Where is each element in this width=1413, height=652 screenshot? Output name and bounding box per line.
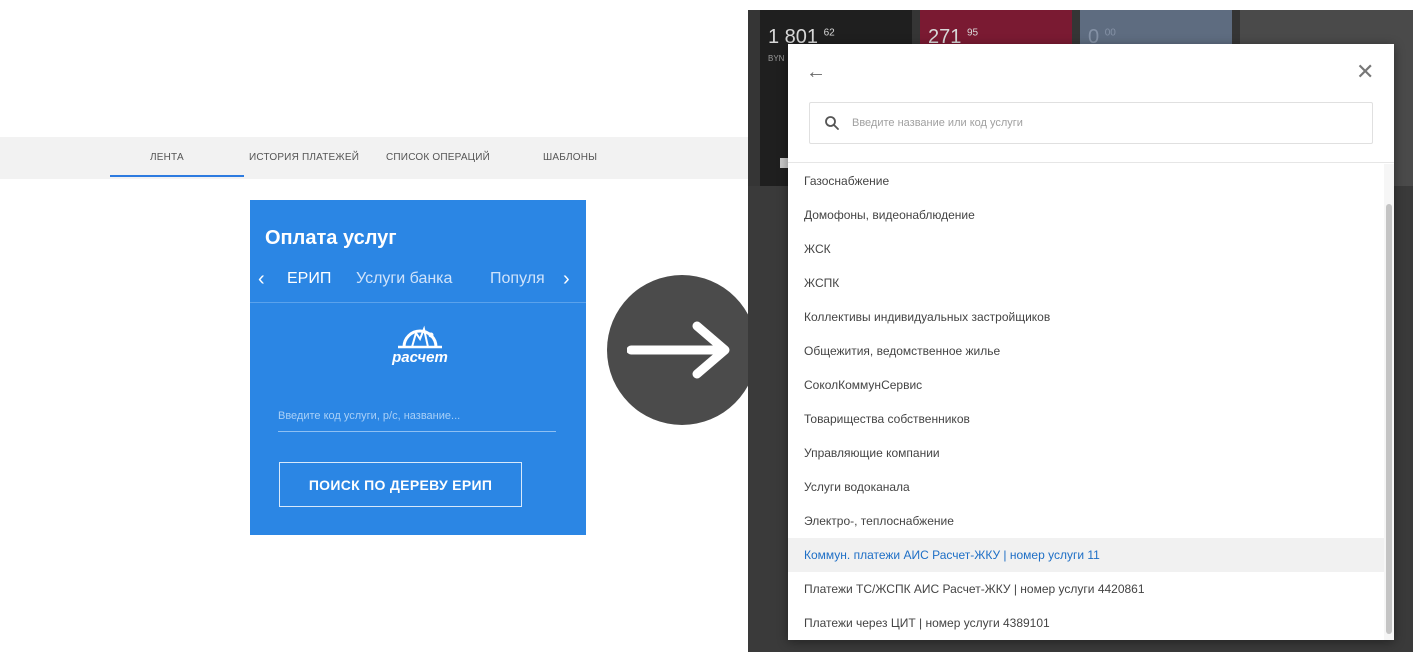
payment-card-tabs: ‹ ЕРИП Услуги банка Популя › [250, 264, 586, 302]
account-currency: BYN [768, 54, 785, 63]
payment-tab-bank-services[interactable]: Услуги банка [356, 270, 452, 288]
modal-divider [788, 162, 1394, 163]
list-item[interactable]: Домофоны, видеонаблюдение [788, 198, 1384, 232]
close-icon[interactable]: ✕ [1356, 61, 1374, 83]
service-code-input[interactable] [278, 400, 556, 432]
list-item[interactable]: Платежи ТС/ЖСПК АИС Расчет-ЖКУ | номер у… [788, 572, 1384, 606]
list-item-highlighted[interactable]: Коммун. платежи АИС Расчет-ЖКУ | номер у… [788, 538, 1384, 572]
list-item[interactable]: Газоснабжение [788, 164, 1384, 198]
active-tab-indicator [110, 175, 244, 177]
list-item[interactable]: Общежития, ведомственное жилье [788, 334, 1384, 368]
list-item[interactable]: СоколКоммунСервис [788, 368, 1384, 402]
raschet-logo-text: расчет [392, 349, 448, 366]
payment-tabs-divider [250, 302, 586, 303]
erip-tree-modal: ← ✕ Газоснабжение Домофоны, видеонаблюде… [788, 44, 1394, 640]
transition-arrow [607, 275, 757, 425]
tab-operations-list[interactable]: СПИСОК ОПЕРАЦИЙ [386, 137, 490, 179]
payment-card-title: Оплата услуг [265, 227, 397, 249]
tab-templates[interactable]: ШАБЛОНЫ [543, 137, 597, 179]
list-item[interactable]: ЖСК [788, 232, 1384, 266]
list-item[interactable]: Товарищества собственников [788, 402, 1384, 436]
chevron-left-icon[interactable]: ‹ [258, 268, 265, 291]
erip-tree-search-button[interactable]: ПОИСК ПО ДЕРЕВУ ЕРИП [279, 462, 522, 507]
list-item[interactable]: Коллективы индивидуальных застройщиков [788, 300, 1384, 334]
service-search-box [809, 102, 1373, 144]
search-icon [825, 116, 839, 130]
list-item[interactable]: Услуги водоканала [788, 470, 1384, 504]
list-item[interactable]: Управляющие компании [788, 436, 1384, 470]
raschet-logo-icon [398, 325, 442, 349]
list-scrollbar-thumb[interactable] [1386, 204, 1392, 634]
raschet-logo: расчет [384, 315, 456, 373]
list-item[interactable]: Платежи через ЦИТ | номер услуги 4389101 [788, 606, 1384, 640]
tab-feed[interactable]: ЛЕНТА [150, 137, 184, 179]
main-tab-bar: ЛЕНТА ИСТОРИЯ ПЛАТЕЖЕЙ СПИСОК ОПЕРАЦИЙ Ш… [0, 137, 760, 179]
payment-card: Оплата услуг ‹ ЕРИП Услуги банка Популя … [250, 200, 586, 535]
list-item[interactable]: ЖСПК [788, 266, 1384, 300]
service-category-list: Газоснабжение Домофоны, видеонаблюдение … [788, 164, 1384, 640]
tab-payment-history[interactable]: ИСТОРИЯ ПЛАТЕЖЕЙ [249, 137, 359, 179]
payment-tab-erip[interactable]: ЕРИП [287, 270, 331, 288]
arrow-right-icon [627, 321, 730, 379]
arrow-left-icon[interactable]: ← [806, 62, 826, 82]
payment-tab-popular[interactable]: Популя [490, 270, 548, 288]
list-item[interactable]: Электро-, теплоснабжение [788, 504, 1384, 538]
chevron-right-icon[interactable]: › [563, 268, 570, 291]
service-search-input[interactable] [852, 112, 1362, 134]
